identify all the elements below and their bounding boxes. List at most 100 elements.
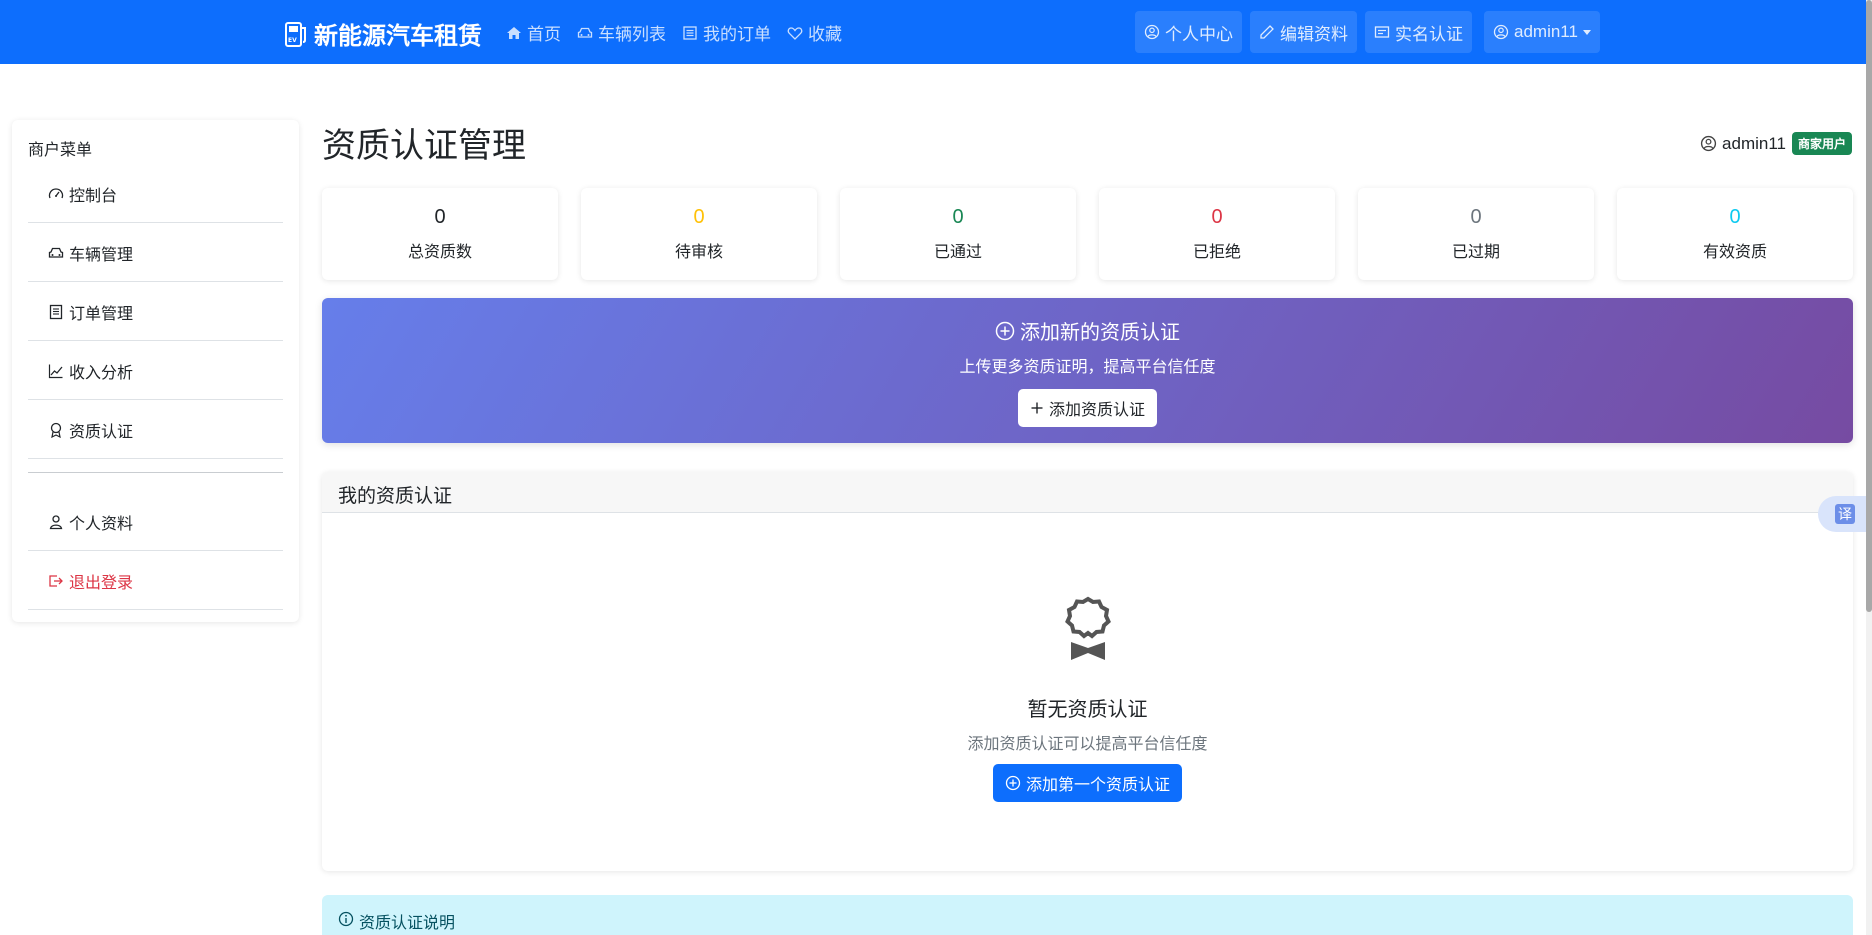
plus-icon bbox=[1031, 402, 1043, 414]
merchant-sidebar: 商户菜单 控制台 车辆管理 订单管理 收入分析 资质认证 个人资料 退出登录 bbox=[12, 120, 299, 622]
stat-label: 总资质数 bbox=[407, 244, 472, 261]
real-name-verify-label: 实名认证 bbox=[1395, 24, 1463, 44]
banner-title-text: 添加新的资质认证 bbox=[1020, 322, 1180, 344]
add-qualification-banner: 添加新的资质认证 上传更多资质证明，提高平台信任度 添加资质认证 bbox=[322, 298, 1853, 443]
nav-favorites-label: 收藏 bbox=[808, 25, 842, 44]
speedometer-icon bbox=[48, 187, 64, 198]
info-circle-icon bbox=[338, 911, 354, 927]
sidebar-divider bbox=[28, 472, 283, 473]
stat-label: 已过期 bbox=[1451, 244, 1500, 261]
sidebar-item-label: 控制台 bbox=[69, 187, 118, 205]
my-qualifications-card: 我的资质认证 暂无资质认证 添加资质认证可以提高平台信任度 添加第一个资质认证 bbox=[322, 472, 1853, 871]
sidebar-item-qualification[interactable]: 资质认证 bbox=[28, 401, 283, 459]
brand[interactable]: EV 新能源汽车租赁 bbox=[284, 16, 482, 51]
nav-favorites[interactable]: 收藏 bbox=[787, 20, 842, 45]
current-user: admin11 商家用户 bbox=[1700, 132, 1852, 155]
translate-button[interactable]: 译 bbox=[1818, 496, 1872, 532]
stat-value: 0 bbox=[952, 206, 964, 228]
nav-vehicles[interactable]: 车辆列表 bbox=[577, 20, 666, 45]
sidebar-item-orders[interactable]: 订单管理 bbox=[28, 283, 283, 341]
stat-approved: 0 已通过 bbox=[840, 188, 1076, 280]
nav-home[interactable]: 首页 bbox=[506, 20, 561, 45]
scrollbar-thumb[interactable] bbox=[1866, 0, 1872, 612]
plus-circle-icon bbox=[995, 321, 1015, 340]
profile-center-button[interactable]: 个人中心 bbox=[1135, 11, 1242, 53]
real-name-verify-button[interactable]: 实名认证 bbox=[1365, 11, 1472, 53]
stats-row: 0 总资质数 0 待审核 0 已通过 0 已拒绝 0 已过期 0 有效资质 bbox=[322, 188, 1853, 280]
receipt-icon bbox=[49, 304, 63, 319]
stat-value: 0 bbox=[434, 206, 446, 228]
stat-rejected: 0 已拒绝 bbox=[1099, 188, 1335, 280]
sidebar-item-label: 资质认证 bbox=[69, 423, 134, 441]
card-header: 我的资质认证 bbox=[322, 472, 1853, 513]
sidebar-item-income[interactable]: 收入分析 bbox=[28, 342, 283, 400]
sidebar-item-vehicles[interactable]: 车辆管理 bbox=[28, 224, 283, 282]
stat-expired: 0 已过期 bbox=[1358, 188, 1594, 280]
nav-orders[interactable]: 我的订单 bbox=[682, 20, 771, 45]
add-qualification-label: 添加资质认证 bbox=[1048, 402, 1145, 419]
car-icon bbox=[577, 27, 593, 38]
stat-value: 0 bbox=[1470, 206, 1482, 228]
stat-value: 0 bbox=[1729, 206, 1741, 228]
top-navbar: EV 新能源汽车租赁 首页 车辆列表 我的订单 收藏 个人中心 编辑资料 实名认… bbox=[0, 0, 1866, 64]
qualification-info-box: 资质认证说明 bbox=[322, 895, 1853, 935]
stat-value: 0 bbox=[693, 206, 705, 228]
empty-subtitle: 添加资质认证可以提高平台信任度 bbox=[967, 736, 1208, 753]
car-icon bbox=[48, 247, 64, 258]
empty-state: 暂无资质认证 添加资质认证可以提高平台信任度 添加第一个资质认证 bbox=[322, 596, 1853, 802]
stat-total: 0 总资质数 bbox=[322, 188, 558, 280]
sidebar-item-label: 车辆管理 bbox=[69, 246, 134, 264]
ev-charger-icon: EV bbox=[285, 21, 306, 47]
stat-label: 已拒绝 bbox=[1192, 244, 1241, 261]
nav-right: 个人中心 编辑资料 实名认证 admin11 bbox=[1135, 11, 1600, 53]
list-icon bbox=[683, 25, 697, 40]
logout-icon bbox=[49, 574, 63, 587]
person-circle-icon bbox=[1493, 24, 1509, 40]
empty-title: 暂无资质认证 bbox=[1027, 699, 1148, 721]
pencil-icon bbox=[1260, 25, 1274, 39]
heart-icon bbox=[787, 26, 803, 40]
add-first-qualification-label: 添加第一个资质认证 bbox=[1025, 777, 1170, 794]
person-circle-icon bbox=[1700, 135, 1717, 152]
add-first-qualification-button[interactable]: 添加第一个资质认证 bbox=[992, 764, 1182, 802]
nav-vehicles-label: 车辆列表 bbox=[598, 25, 666, 44]
id-card-icon bbox=[1374, 26, 1390, 38]
edit-profile-button[interactable]: 编辑资料 bbox=[1250, 11, 1357, 53]
sidebar-item-label: 订单管理 bbox=[69, 305, 134, 323]
edit-profile-label: 编辑资料 bbox=[1280, 24, 1348, 44]
person-icon bbox=[49, 514, 63, 529]
main-nav: 首页 车辆列表 我的订单 收藏 bbox=[506, 20, 842, 45]
nav-orders-label: 我的订单 bbox=[703, 25, 771, 44]
chart-line-icon bbox=[48, 364, 63, 378]
house-icon bbox=[507, 26, 521, 39]
user-dropdown[interactable]: admin11 bbox=[1484, 11, 1600, 53]
stat-pending: 0 待审核 bbox=[581, 188, 817, 280]
role-badge: 商家用户 bbox=[1791, 132, 1852, 155]
plus-circle-icon bbox=[1005, 775, 1021, 791]
page-title: 资质认证管理 bbox=[322, 127, 526, 165]
brand-name: 新能源汽车租赁 bbox=[314, 23, 482, 50]
person-circle-icon bbox=[1144, 24, 1160, 40]
caret-down-icon bbox=[1582, 29, 1591, 35]
stat-value: 0 bbox=[1211, 206, 1223, 228]
banner-title: 添加新的资质认证 bbox=[322, 316, 1853, 345]
sidebar-item-profile[interactable]: 个人资料 bbox=[28, 493, 283, 551]
stat-label: 已通过 bbox=[933, 244, 982, 261]
info-title: 资质认证说明 bbox=[359, 915, 456, 932]
page-scrollbar[interactable] bbox=[1866, 0, 1872, 935]
sidebar-item-label: 个人资料 bbox=[69, 515, 134, 533]
profile-center-label: 个人中心 bbox=[1165, 24, 1233, 44]
sidebar-title: 商户菜单 bbox=[28, 142, 93, 159]
current-user-name: admin11 bbox=[1722, 133, 1786, 153]
stat-label: 待审核 bbox=[674, 244, 723, 261]
banner-subtitle: 上传更多资质证明，提高平台信任度 bbox=[959, 359, 1216, 376]
svg-text:EV: EV bbox=[288, 37, 297, 44]
sidebar-item-label: 收入分析 bbox=[69, 364, 134, 382]
translate-icon: 译 bbox=[1835, 504, 1855, 524]
add-qualification-button[interactable]: 添加资质认证 bbox=[1017, 389, 1157, 427]
user-dropdown-label: admin11 bbox=[1514, 22, 1578, 41]
sidebar-item-dashboard[interactable]: 控制台 bbox=[28, 165, 283, 223]
sidebar-item-label: 退出登录 bbox=[69, 574, 134, 592]
sidebar-item-logout[interactable]: 退出登录 bbox=[28, 552, 283, 610]
award-icon bbox=[1064, 596, 1111, 660]
